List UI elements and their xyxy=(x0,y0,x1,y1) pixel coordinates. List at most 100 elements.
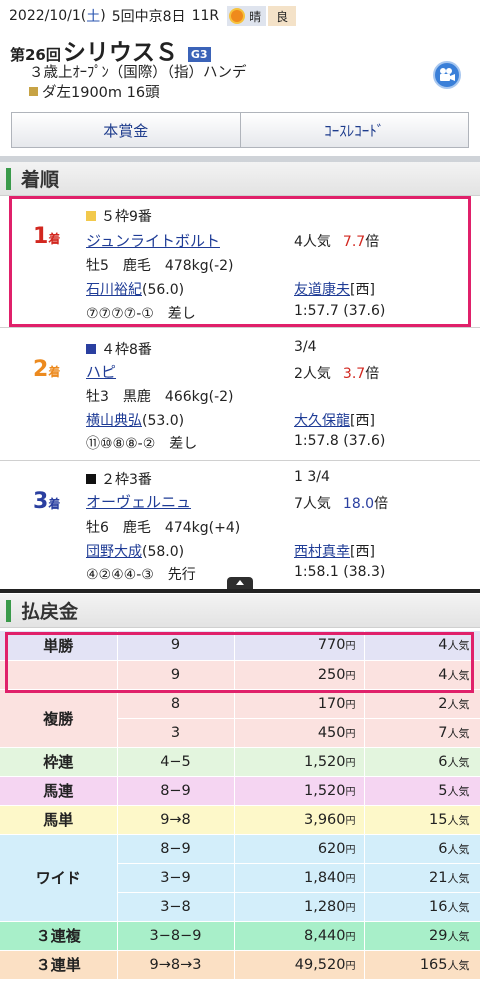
popularity-value: 21 xyxy=(429,869,448,886)
course-record-button[interactable]: ｺｰｽﾚｺｰﾄﾞ xyxy=(239,113,469,147)
results-title: 着順 xyxy=(21,169,60,191)
video-camera-icon[interactable] xyxy=(433,61,461,89)
horse-name-link[interactable]: ジュンライトボルト xyxy=(86,230,220,251)
results-section-header: 着順 xyxy=(0,162,480,196)
yen-unit: 円 xyxy=(345,844,356,856)
combination: 3−8 xyxy=(117,892,235,922)
combination: 8−9 xyxy=(117,834,235,864)
scroll-divider xyxy=(0,589,480,593)
payout-value: 1,280 xyxy=(303,898,346,915)
popularity-unit: 人気 xyxy=(447,842,470,856)
result-entry-2: 2着 ４枠8番 3/4 ハピ 2人気 3.7倍 牡3 黒鹿 466kg(-2) 横… xyxy=(0,329,480,461)
popularity: 165人気 xyxy=(364,950,480,980)
combination: 3−8−9 xyxy=(117,921,235,951)
jockey-link[interactable]: 団野大成 xyxy=(86,544,142,560)
yen-unit: 円 xyxy=(345,873,356,885)
bet-type-label: 枠連 xyxy=(0,747,118,777)
payout-value: 250 xyxy=(317,666,346,683)
popularity-value: 6 xyxy=(438,753,448,770)
popularity: 15人気 xyxy=(364,805,480,835)
race-conditions: ３歳上ｵｰﾌﾟﾝ（国際）（指）ハンデ xyxy=(29,65,247,81)
combination: 9→8→3 xyxy=(117,950,235,980)
payout-amount: 8,440円 xyxy=(234,921,365,951)
payout-amount: 450円 xyxy=(234,718,365,748)
jockey-info: 団野大成(58.0) xyxy=(86,544,185,560)
payout-amount: 3,960円 xyxy=(234,805,365,835)
yen-unit: 円 xyxy=(345,641,356,653)
section-marker xyxy=(6,599,11,622)
popularity: 4人気 xyxy=(364,631,480,661)
jockey-link[interactable]: 横山典弘 xyxy=(86,413,142,429)
payout-value: 1,520 xyxy=(303,782,346,799)
payout-value: 620 xyxy=(317,840,346,857)
popularity-value: 15 xyxy=(429,811,448,828)
payout-value: 49,520 xyxy=(294,956,346,973)
payout-value: 450 xyxy=(317,724,346,741)
race-header: 2022/10/1(土) 5回中京8日 11R 晴 良 第26回 シリウスＳ G… xyxy=(0,0,480,165)
finish-time: 1:58.1 (38.3) xyxy=(294,564,386,580)
prize-money-button[interactable]: 本賞金 xyxy=(12,113,240,147)
race-info-line: 2022/10/1(土) 5回中京8日 11R 晴 良 xyxy=(9,6,297,26)
meeting-label: 5回中京8日 xyxy=(111,9,186,25)
combination: 3 xyxy=(117,718,235,748)
horse-details: 牡6 鹿毛 474kg(+4) xyxy=(86,520,241,536)
horse-name-link[interactable]: オーヴェルニュ xyxy=(86,491,191,512)
rank-label: 1着 xyxy=(33,224,61,249)
payout-amount: 1,520円 xyxy=(234,747,365,777)
horse-name-link[interactable]: ハピ xyxy=(86,361,116,382)
payout-amount: 770円 xyxy=(234,631,365,661)
horse-details: 牡5 鹿毛 478kg(-2) xyxy=(86,258,234,274)
popularity-value: 29 xyxy=(429,927,448,944)
dirt-course-marker xyxy=(29,87,38,96)
popularity: 29人気 xyxy=(364,921,480,951)
trainer-link[interactable]: 西村真幸 xyxy=(294,544,350,560)
passing-order: ④②④④-③ 先行 xyxy=(86,567,196,583)
gate-color-square xyxy=(86,474,96,484)
combination: 8 xyxy=(117,689,235,719)
combination: 9 xyxy=(117,631,235,661)
sun-icon xyxy=(231,10,244,22)
popularity-unit: 人気 xyxy=(447,784,470,798)
popularity-unit: 人気 xyxy=(447,871,470,885)
payout-row: ワイド 8−9 620円 6人気 xyxy=(0,834,480,922)
trainer-link[interactable]: 大久保龍 xyxy=(294,413,350,429)
passing-order: ⑦⑦⑦⑦-① 差し xyxy=(86,306,196,322)
popularity-unit: 人気 xyxy=(447,697,470,711)
passing-order: ⑪⑩⑧⑧-② 差し xyxy=(86,436,198,452)
yen-unit: 円 xyxy=(345,670,356,682)
odds-info: 4人気 7.7倍 xyxy=(294,234,380,250)
popularity: 5人気 xyxy=(364,776,480,806)
popularity-value: 5 xyxy=(438,782,448,799)
jockey-info: 石川裕紀(56.0) xyxy=(86,282,185,298)
combination: 4−5 xyxy=(117,747,235,777)
jockey-link[interactable]: 石川裕紀 xyxy=(86,282,142,298)
payout-row: 馬連 8−9 1,520円 5人気 xyxy=(0,776,480,806)
popularity-value: 6 xyxy=(438,840,448,857)
combination: 9→8 xyxy=(117,805,235,835)
payout-row: 枠連 4−5 1,520円 6人気 xyxy=(0,747,480,777)
popularity-unit: 人気 xyxy=(447,755,470,769)
payout-row: 9 250円 4人気 xyxy=(0,660,480,690)
bet-type-label: ワイド xyxy=(0,834,118,922)
payout-amount: 1,280円 xyxy=(234,892,365,922)
payout-row: 複勝 8 170円 2人気 xyxy=(0,689,480,748)
scroll-up-handle[interactable] xyxy=(227,577,253,589)
yen-unit: 円 xyxy=(345,728,356,740)
result-entry-3: 3着 ２枠3番 1 3/4 オーヴェルニュ 7人気 18.0倍 牡6 鹿毛 474… xyxy=(0,461,480,589)
popularity: 21人気 xyxy=(364,863,480,893)
popularity: 4人気 xyxy=(364,660,480,690)
race-course: ダ左1900m 16頭 xyxy=(29,81,160,102)
result-entry-1: 1着 ５枠9番 ジュンライトボルト 4人気 7.7倍 牡5 鹿毛 478kg(-2… xyxy=(0,196,480,328)
yen-unit: 円 xyxy=(345,931,356,943)
bet-type-label: 馬連 xyxy=(0,776,118,806)
payout-row: ３連複 3−8−9 8,440円 29人気 xyxy=(0,921,480,951)
popularity: 16人気 xyxy=(364,892,480,922)
payout-table: 単勝 9 770円 4人気 9 250円 4人気 複勝 8 170円 2人気 3 450円 7人気 枠連 4−… xyxy=(0,631,480,980)
yen-unit: 円 xyxy=(345,902,356,914)
popularity-value: 16 xyxy=(429,898,448,915)
combination: 8−9 xyxy=(117,776,235,806)
race-number: 11R xyxy=(191,8,220,24)
trainer-link[interactable]: 友道康夫 xyxy=(294,282,350,298)
margin: 3/4 xyxy=(294,339,317,355)
weather-badge: 晴 xyxy=(227,6,267,26)
